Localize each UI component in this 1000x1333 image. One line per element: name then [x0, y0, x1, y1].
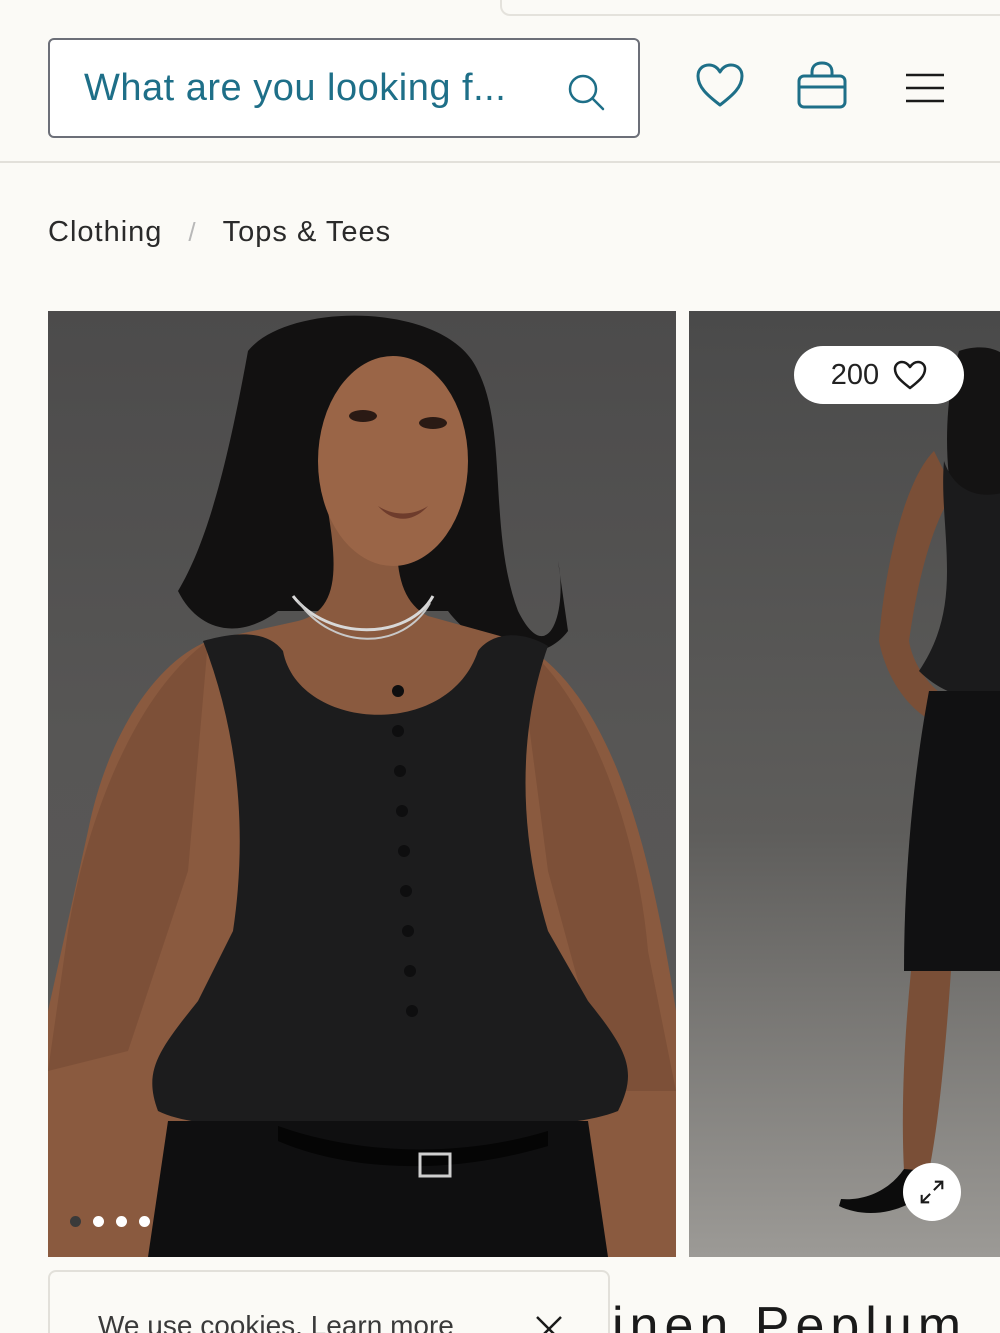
carousel-dots	[70, 1216, 150, 1227]
cookie-banner-text[interactable]: We use cookies. Learn more	[98, 1310, 454, 1333]
search-icon[interactable]	[566, 72, 606, 112]
search-input[interactable]	[84, 40, 554, 136]
cookie-banner: We use cookies. Learn more	[48, 1270, 610, 1333]
heart-icon	[893, 360, 927, 390]
like-count-pill[interactable]: 200	[794, 346, 964, 404]
product-image-secondary[interactable]: 200	[689, 311, 1000, 1257]
like-count: 200	[830, 358, 880, 391]
expand-icon	[920, 1180, 944, 1204]
breadcrumb: Clothing / Tops & Tees	[48, 210, 391, 254]
product-title: inen Peplum	[612, 1297, 968, 1333]
search-box[interactable]	[48, 38, 640, 138]
breadcrumb-link-clothing[interactable]: Clothing	[48, 216, 162, 249]
carousel-dot[interactable]	[93, 1216, 104, 1227]
carousel-dot[interactable]	[139, 1216, 150, 1227]
shopping-bag-icon[interactable]	[796, 60, 848, 110]
header-divider	[0, 161, 1000, 163]
carousel-dot[interactable]	[70, 1216, 81, 1227]
breadcrumb-separator: /	[188, 216, 197, 247]
product-image-main[interactable]	[48, 311, 676, 1257]
model-full-illustration	[839, 347, 1000, 1213]
carousel-dot[interactable]	[116, 1216, 127, 1227]
breadcrumb-link-tops-tees[interactable]: Tops & Tees	[223, 216, 391, 249]
product-page: Clothing / Tops & Tees	[0, 0, 1000, 1333]
hamburger-menu-icon[interactable]	[904, 72, 946, 104]
model-illustration	[48, 315, 676, 1257]
close-icon[interactable]	[534, 1314, 564, 1333]
expand-image-button[interactable]	[903, 1163, 961, 1221]
wishlist-heart-icon[interactable]	[695, 62, 745, 108]
top-bar-remnant	[500, 0, 1000, 16]
